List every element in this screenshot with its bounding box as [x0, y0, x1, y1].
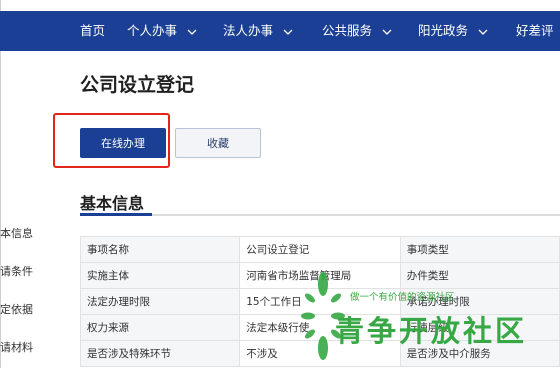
table-cell-label: 权力来源: [79, 314, 241, 341]
favorite-button[interactable]: 收藏: [175, 128, 261, 158]
chevron-down-icon: [478, 29, 488, 35]
page-title: 公司设立登记: [80, 74, 195, 96]
nav-item-label: 首页: [80, 23, 106, 38]
nav-item-government-affairs[interactable]: 阳光政务: [418, 11, 488, 51]
side-nav-item-conditions[interactable]: 请条件: [0, 263, 33, 279]
watermark-name: 青争开放社区: [335, 314, 528, 348]
online-apply-button[interactable]: 在线办理: [80, 128, 166, 158]
nav-item-corporate-affairs[interactable]: 法人办事: [223, 11, 293, 51]
top-nav-bar: 首页 个人办事 法人办事 公共服务 阳光政务 好差评: [0, 11, 560, 51]
nav-item-feedback[interactable]: 好差评: [516, 11, 554, 51]
table-cell-label: 事项类型: [399, 236, 560, 263]
nav-item-label: 好差评: [516, 23, 554, 38]
table-cell-label: 实施主体: [79, 262, 241, 289]
table-row: 事项名称 公司设立登记 事项类型: [79, 236, 560, 263]
table-cell-value: 公司设立登记: [239, 236, 401, 263]
nav-item-label: 个人办事: [127, 23, 178, 38]
nav-item-personal-affairs[interactable]: 个人办事: [127, 11, 197, 51]
table-cell-label: 是否涉及特殊环节: [79, 340, 241, 367]
chevron-down-icon: [187, 29, 197, 35]
section-divider-accent: [80, 213, 152, 216]
nav-item-label: 阳光政务: [418, 23, 469, 38]
side-nav-item-legal-basis[interactable]: 定依据: [0, 301, 33, 317]
nav-item-public-services[interactable]: 公共服务: [322, 11, 392, 51]
section-title: 基本信息: [80, 194, 145, 213]
nav-item-label: 公共服务: [322, 23, 373, 38]
chevron-down-icon: [382, 29, 392, 35]
chevron-down-icon: [283, 29, 293, 35]
side-nav-item-basic-info[interactable]: 本信息: [0, 225, 33, 241]
section-divider: [80, 214, 560, 216]
watermark-tagline: 做一个有价值的资源社区: [350, 292, 455, 303]
table-cell-label: 办件类型: [399, 262, 560, 289]
side-nav-item-materials[interactable]: 请材料: [0, 339, 33, 355]
nav-item-label: 法人办事: [223, 23, 274, 38]
nav-item-home[interactable]: 首页: [80, 11, 105, 51]
table-cell-label: 法定办理时限: [79, 288, 241, 315]
table-cell-label: 事项名称: [79, 236, 241, 263]
